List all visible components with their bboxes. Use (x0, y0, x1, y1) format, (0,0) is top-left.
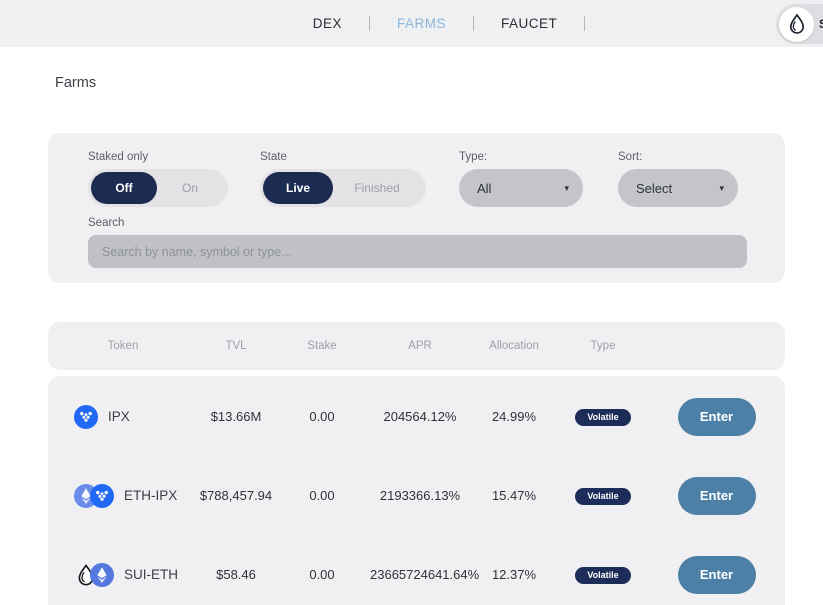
type-dropdown-value: All (477, 181, 491, 196)
ipx-icon (74, 405, 98, 429)
state-label: State (260, 151, 287, 163)
state-toggle[interactable]: Live Finished (260, 169, 426, 207)
type-dropdown[interactable]: All ▾ (459, 169, 583, 207)
state-finished-option[interactable]: Finished (333, 172, 421, 204)
tvl-value: $788,457.94 (198, 488, 274, 503)
apr-value: 2193366.13% (370, 488, 470, 503)
column-header-tvl: TVL (198, 340, 274, 352)
sort-dropdown-value: Select (636, 181, 672, 196)
nav-item-dex[interactable]: DEX (286, 16, 369, 31)
nav-divider (584, 16, 585, 31)
page-title: Farms (55, 75, 96, 91)
type-label: Type: (459, 151, 487, 163)
table-row-sui-eth[interactable]: SUI-ETH $58.46 0.00 23665724641.64% 12.3… (48, 535, 785, 605)
column-header-type: Type (558, 340, 648, 352)
column-header-token: Token (48, 340, 198, 352)
wallet-text-fragment: S (819, 17, 823, 31)
stake-value: 0.00 (274, 409, 370, 424)
token-name: SUI-ETH (124, 567, 178, 582)
sort-dropdown[interactable]: Select ▾ (618, 169, 738, 207)
tvl-value: $58.46 (198, 567, 274, 582)
staked-only-toggle[interactable]: Off On (88, 169, 228, 207)
staked-only-on-option[interactable]: On (157, 172, 223, 204)
farms-table: IPX $13.66M 0.00 204564.12% 24.99% Volat… (48, 376, 785, 605)
table-row-ipx[interactable]: IPX $13.66M 0.00 204564.12% 24.99% Volat… (48, 377, 785, 456)
enter-button[interactable]: Enter (678, 556, 756, 594)
enter-button[interactable]: Enter (678, 477, 756, 515)
status-badge: Volatile (575, 488, 630, 505)
status-badge: Volatile (575, 409, 630, 426)
state-live-option[interactable]: Live (263, 172, 333, 204)
staked-only-label: Staked only (88, 151, 148, 163)
column-header-stake: Stake (274, 340, 370, 352)
search-input[interactable] (88, 235, 747, 268)
sort-label: Sort: (618, 151, 642, 163)
chevron-down-icon: ▾ (719, 183, 724, 194)
ipx-icon (90, 484, 114, 508)
table-row-eth-ipx[interactable]: ETH-IPX $788,457.94 0.00 2193366.13% 15.… (48, 456, 785, 535)
allocation-value: 24.99% (470, 409, 558, 424)
search-label: Search (88, 217, 124, 229)
staked-only-off-option[interactable]: Off (91, 172, 157, 204)
column-header-apr: APR (370, 340, 470, 352)
column-header-allocation: Allocation (470, 340, 558, 352)
status-badge: Volatile (575, 567, 630, 584)
top-bar: DEX FARMS FAUCET S (0, 0, 823, 47)
allocation-value: 15.47% (470, 488, 558, 503)
token-name: ETH-IPX (124, 488, 177, 503)
enter-button[interactable]: Enter (678, 398, 756, 436)
farms-table-header: Token TVL Stake APR Allocation Type (48, 322, 785, 370)
token-name: IPX (108, 409, 130, 424)
apr-value: 23665724641.64% (370, 567, 470, 582)
apr-value: 204564.12% (370, 409, 470, 424)
stake-value: 0.00 (274, 488, 370, 503)
eth-icon (90, 563, 114, 587)
sui-logo-circle (779, 7, 814, 42)
sui-droplet-icon (785, 12, 809, 36)
stake-value: 0.00 (274, 567, 370, 582)
nav-item-farms[interactable]: FARMS (370, 16, 473, 31)
tvl-value: $13.66M (198, 409, 274, 424)
wallet-button[interactable]: S (776, 4, 823, 44)
nav-item-faucet[interactable]: FAUCET (474, 16, 584, 31)
main-nav: DEX FARMS FAUCET (24, 0, 823, 47)
filters-panel: Staked only Off On State Live Finished T… (48, 133, 785, 283)
chevron-down-icon: ▾ (564, 183, 569, 194)
allocation-value: 12.37% (470, 567, 558, 582)
